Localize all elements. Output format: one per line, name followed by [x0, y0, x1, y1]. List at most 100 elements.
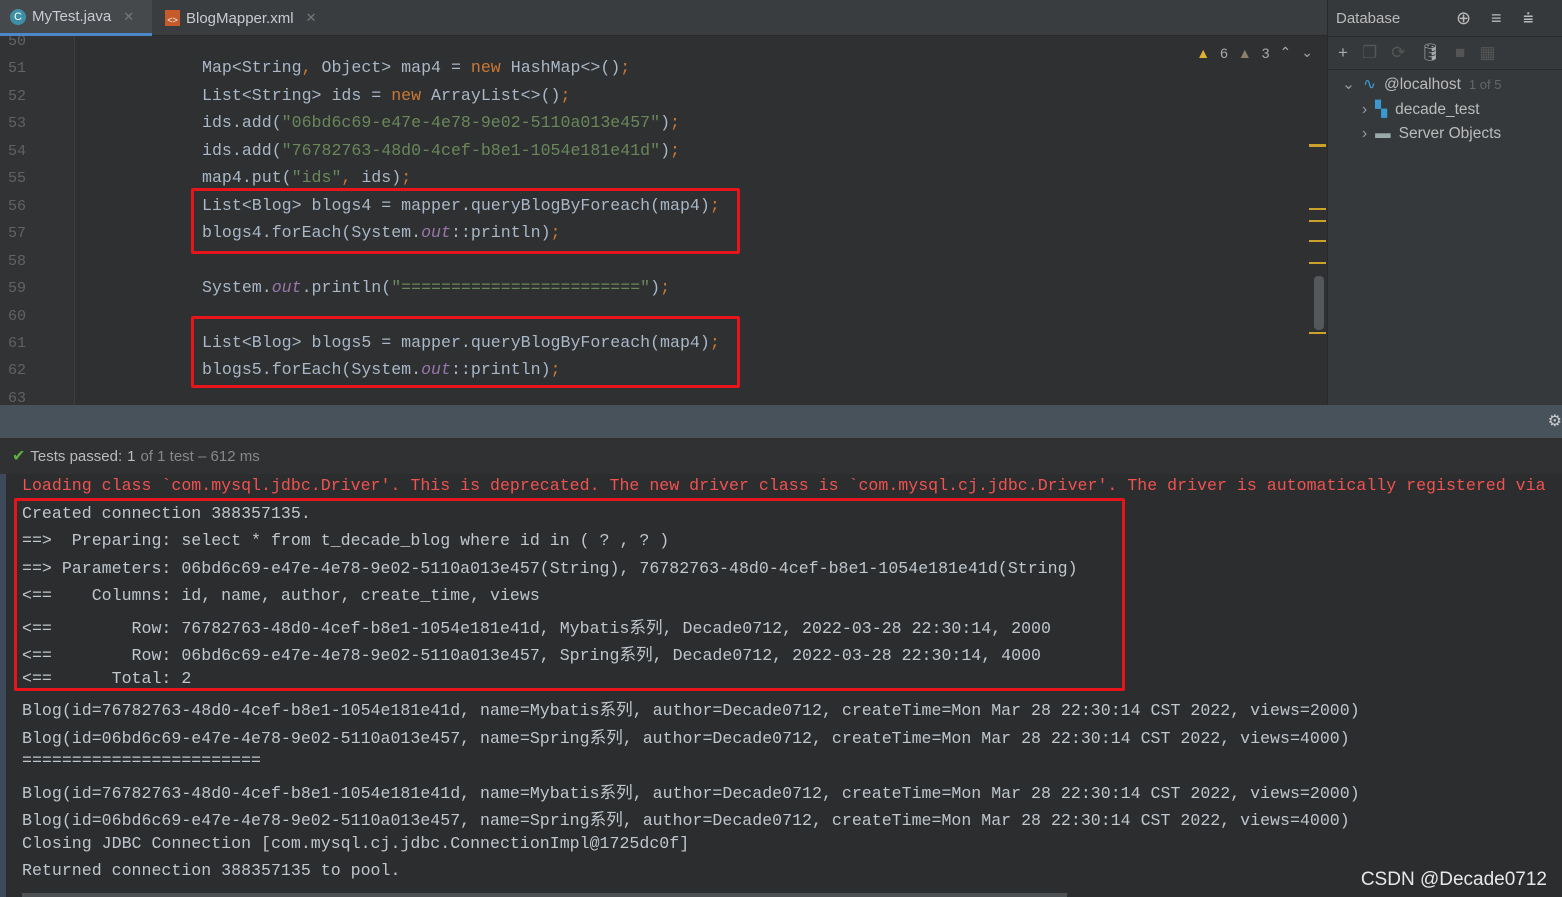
- close-tab-icon[interactable]: ✕: [123, 9, 134, 25]
- close-tab-icon[interactable]: ✕: [306, 10, 317, 26]
- code-line[interactable]: List<String> ids = new ArrayList<>();: [202, 86, 570, 105]
- warning-marker[interactable]: [1309, 144, 1326, 147]
- chevron-down-icon[interactable]: ⌄: [1342, 75, 1355, 94]
- tree-item-server-objects[interactable]: › ▬ Server Objects: [1362, 125, 1501, 143]
- code-token: ids.add(: [202, 140, 282, 160]
- console-line: Blog(id=76782763-48d0-4cef-b8e1-1054e181…: [22, 783, 1360, 803]
- table-icon[interactable]: ▦: [1479, 43, 1495, 63]
- horizontal-scrollbar[interactable]: [22, 893, 1067, 897]
- previous-highlight-icon[interactable]: ⌃: [1280, 44, 1292, 61]
- add-icon[interactable]: +: [1338, 43, 1348, 63]
- code-line[interactable]: ids.add("76782763-48d0-4cef-b8e1-1054e18…: [202, 141, 680, 160]
- line-number: 60: [8, 307, 27, 325]
- code-line[interactable]: Map<String, Object> map4 = new HashMap<>…: [202, 58, 630, 77]
- code-token: "76782763-48d0-4cef-b8e1-1054e181e41d": [281, 140, 661, 160]
- panel-divider[interactable]: ⚙: [0, 405, 1562, 438]
- code-token: ids): [361, 168, 402, 188]
- tree-item-localhost[interactable]: ⌄ ∿ @localhost 1 of 5: [1342, 75, 1501, 94]
- scrollbar[interactable]: [1314, 276, 1324, 330]
- editor-tab-bar: C MyTest.java ✕ <> BlogMapper.xml ✕: [0, 0, 1327, 36]
- code-token: Object> map4 =: [321, 58, 471, 78]
- code-token: ;: [660, 278, 671, 298]
- code-token: ;: [670, 113, 681, 133]
- code-token: ;: [620, 58, 631, 78]
- code-token: ): [650, 278, 661, 298]
- code-token: out: [271, 278, 302, 298]
- tab-blogmapper-xml[interactable]: <> BlogMapper.xml ✕: [155, 0, 326, 36]
- watermark: CSDN @Decade0712: [1360, 869, 1547, 890]
- console-line: Blog(id=76782763-48d0-4cef-b8e1-1054e181…: [22, 701, 1360, 720]
- tree-label: Server Objects: [1398, 125, 1502, 142]
- code-token: ,: [301, 58, 322, 78]
- schema-icon: ▚: [1375, 101, 1388, 118]
- code-token: "06bd6c69-e47e-4e78-9e02-5110a013e457": [281, 113, 661, 133]
- code-line[interactable]: System.out.println("====================…: [202, 278, 670, 297]
- test-status-bar: ✔ Tests passed: 1 of 1 test – 612 ms: [0, 438, 1562, 474]
- code-editor[interactable]: 50 51 52 53 54 55 56 57 58 59 60 61 62 63 Map<String,…: [0, 36, 1327, 405]
- xml-file-icon: <>: [165, 10, 180, 26]
- code-token: ;: [670, 140, 681, 160]
- next-highlight-icon[interactable]: ⌄: [1301, 44, 1313, 61]
- line-number: 63: [8, 389, 27, 405]
- code-token: "========================": [391, 278, 651, 298]
- tree-label: decade_test: [1395, 100, 1480, 118]
- chevron-right-icon[interactable]: ›: [1362, 125, 1367, 143]
- code-token: Map<String: [202, 58, 302, 78]
- line-number: 50: [8, 36, 27, 50]
- code-token: .println(: [301, 278, 392, 298]
- warning-marker[interactable]: [1309, 262, 1326, 264]
- code-token: ;: [560, 85, 571, 105]
- code-token: ,: [341, 168, 362, 188]
- console-line: ========================: [22, 751, 261, 770]
- expand-all-icon[interactable]: ≡: [1491, 8, 1502, 29]
- code-token: ): [660, 140, 671, 160]
- code-token: ): [660, 113, 671, 133]
- folder-icon: ▬: [1375, 125, 1391, 142]
- console-line: Returned connection 388357135 to pool.: [22, 861, 401, 880]
- tree-count: 1 of 5: [1468, 77, 1502, 92]
- line-number: 56: [8, 197, 27, 215]
- warning-count: 6: [1220, 44, 1228, 61]
- collapse-all-icon[interactable]: ⩧: [1523, 8, 1534, 29]
- chevron-right-icon[interactable]: ›: [1362, 101, 1367, 119]
- highlight-box: [14, 498, 1125, 691]
- database-panel-title: Database: [1336, 9, 1401, 27]
- line-number: 58: [8, 252, 27, 270]
- warning-marker[interactable]: [1309, 208, 1326, 210]
- code-token: System.: [202, 278, 272, 298]
- warning-icon: ▲: [1196, 44, 1211, 61]
- code-token: ids.add(: [202, 113, 282, 133]
- status-count: 1: [127, 447, 136, 465]
- warning-marker[interactable]: [1309, 240, 1326, 242]
- console-line: Blog(id=06bd6c69-e47e-4e78-9e02-5110a013…: [22, 728, 1350, 748]
- tab-mytest-java[interactable]: C MyTest.java ✕: [0, 0, 152, 36]
- tab-label: BlogMapper.xml: [186, 9, 294, 27]
- line-gutter: 50 51 52 53 54 55 56 57 58 59 60 61 62 63: [0, 36, 75, 405]
- database-panel: Database ⊕ ≡ ⩧ + ❐ ⟳ 🛢 ■ ▦ ⌄ ∿ @localhos…: [1327, 0, 1562, 405]
- mysql-icon: ∿: [1363, 76, 1376, 93]
- refresh-icon[interactable]: ⟳: [1391, 43, 1405, 63]
- line-number: 62: [8, 362, 27, 380]
- data-source-properties-icon[interactable]: 🛢: [1419, 43, 1441, 63]
- highlight-box: [191, 188, 740, 254]
- locate-icon[interactable]: ⊕: [1456, 8, 1471, 29]
- warning-marker[interactable]: [1309, 220, 1326, 222]
- tab-label: MyTest.java: [32, 8, 112, 25]
- highlight-box: [191, 316, 740, 388]
- weak-warning-count: 3: [1261, 44, 1270, 61]
- warning-marker[interactable]: [1309, 332, 1326, 334]
- stop-icon[interactable]: ■: [1455, 43, 1465, 63]
- console-line: Closing JDBC Connection [com.mysql.cj.jd…: [22, 833, 690, 853]
- tree-item-decade-test[interactable]: › ▚ decade_test: [1362, 100, 1480, 119]
- code-line[interactable]: ids.add("06bd6c69-e47e-4e78-9e02-5110a01…: [202, 113, 680, 132]
- line-number: 54: [8, 142, 27, 160]
- inspection-widget[interactable]: ▲ 6 ▲ 3 ⌃ ⌄: [1196, 44, 1313, 61]
- code-token: ;: [401, 168, 412, 188]
- line-number: 59: [8, 280, 27, 298]
- line-number: 51: [8, 60, 27, 78]
- code-line[interactable]: map4.put("ids", ids);: [202, 168, 411, 187]
- settings-icon[interactable]: ⚙: [1548, 411, 1562, 431]
- console-line: Blog(id=06bd6c69-e47e-4e78-9e02-5110a013…: [22, 811, 1350, 830]
- status-label: Tests passed:: [30, 447, 123, 465]
- copy-icon[interactable]: ❐: [1362, 43, 1377, 63]
